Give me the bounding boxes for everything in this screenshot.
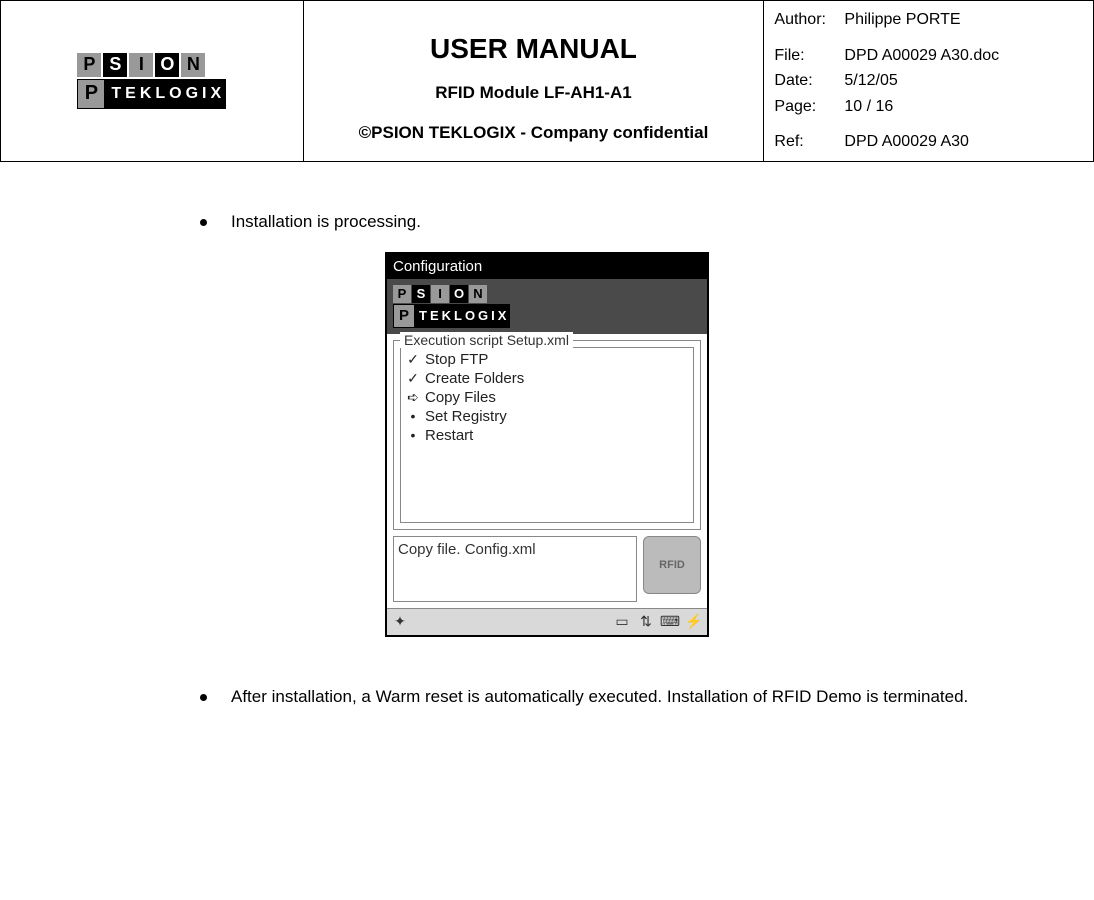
confidential-notice: ©PSION TEKLOGIX - Company confidential [314, 123, 754, 143]
logo-cell: P S I O N P TEKLOGIX [1, 1, 304, 162]
window-title: Configuration [393, 258, 482, 275]
page-value: 10 / 16 [844, 94, 1083, 120]
list-item-label: Copy Files [425, 389, 496, 406]
logo-letter: S [103, 53, 127, 77]
bullet-dot-icon [200, 219, 207, 226]
file-value: DPD A00029 A30.doc [844, 43, 1083, 69]
logo-letter: N [469, 285, 487, 303]
logo-letter: S [412, 285, 430, 303]
list-item-label: Restart [425, 427, 473, 444]
meta-cell: Author: Philippe PORTE File: DPD A00029 … [764, 1, 1094, 162]
rfid-badge-icon: RFID [643, 536, 701, 594]
bullet-item: After installation, a Warm reset is auto… [200, 687, 1054, 707]
brand-bar: P S I O N P TEKLOGIX [387, 279, 707, 334]
logo-teklogix: TEKLOGIX [105, 79, 226, 109]
start-icon[interactable]: ✦ [391, 613, 409, 631]
list-item-label: Stop FTP [425, 351, 488, 368]
logo-p: P [393, 304, 415, 328]
logo-letter: I [129, 53, 153, 77]
check-icon: ✓ [405, 370, 421, 387]
list-item: ✓ Create Folders [403, 369, 691, 388]
ref-value: DPD A00029 A30 [844, 129, 1083, 155]
list-item-label: Create Folders [425, 370, 524, 387]
author-value: Philippe PORTE [844, 7, 1083, 33]
document-header: P S I O N P TEKLOGIX USER MANUAL RFID Mo… [0, 0, 1094, 162]
document-title: USER MANUAL [314, 33, 754, 65]
group-title: Execution script Setup.xml [400, 332, 573, 348]
embedded-screenshot: Configuration P S I O N P TEKLOGIX [40, 252, 1054, 637]
list-item-label: Set Registry [425, 408, 507, 425]
logo-letter: I [431, 285, 449, 303]
bullet-text: After installation, a Warm reset is auto… [231, 687, 968, 707]
script-step-list: ✓ Stop FTP ✓ Create Folders ➪ Copy Files… [400, 347, 694, 523]
page-label: Page: [774, 94, 844, 120]
list-item: • Set Registry [403, 407, 691, 426]
document-body: Installation is processing. Configuratio… [0, 162, 1094, 747]
psion-teklogix-logo: P S I O N P TEKLOGIX [77, 53, 226, 109]
logo-teklogix: TEKLOGIX [415, 304, 510, 328]
check-icon: ✓ [405, 351, 421, 368]
logo-p: P [77, 79, 105, 109]
logo-letter: O [450, 285, 468, 303]
list-item: ➪ Copy Files [403, 388, 691, 407]
title-cell: USER MANUAL RFID Module LF-AH1-A1 ©PSION… [303, 1, 764, 162]
logo-letter: O [155, 53, 179, 77]
dot-icon: • [405, 427, 421, 443]
author-label: Author: [774, 7, 844, 33]
list-item: ✓ Stop FTP [403, 350, 691, 369]
date-label: Date: [774, 68, 844, 94]
ref-label: Ref: [774, 129, 844, 155]
network-icon[interactable]: ⇅ [637, 613, 655, 631]
card-icon[interactable]: ▭ [613, 613, 631, 631]
taskbar: ✦ ▭ ⇅ ⌨ ⚡ [387, 608, 707, 635]
keyboard-icon[interactable]: ⌨ [661, 613, 679, 631]
logo-letter: N [181, 53, 205, 77]
file-label: File: [774, 43, 844, 69]
window-titlebar: Configuration [387, 254, 707, 279]
logo-letter: P [77, 53, 101, 77]
dot-icon: • [405, 408, 421, 424]
arrow-right-icon: ➪ [405, 389, 421, 406]
status-text: Copy file. Config.xml [393, 536, 637, 602]
bullet-dot-icon [200, 694, 207, 701]
script-group: Execution script Setup.xml ✓ Stop FTP ✓ … [393, 340, 701, 530]
date-value: 5/12/05 [844, 68, 1083, 94]
document-subtitle: RFID Module LF-AH1-A1 [314, 83, 754, 103]
logo-letter: P [393, 285, 411, 303]
list-item: • Restart [403, 426, 691, 445]
bullet-item: Installation is processing. [200, 212, 1054, 232]
bullet-text: Installation is processing. [231, 212, 421, 232]
power-plug-icon[interactable]: ⚡ [685, 613, 703, 631]
